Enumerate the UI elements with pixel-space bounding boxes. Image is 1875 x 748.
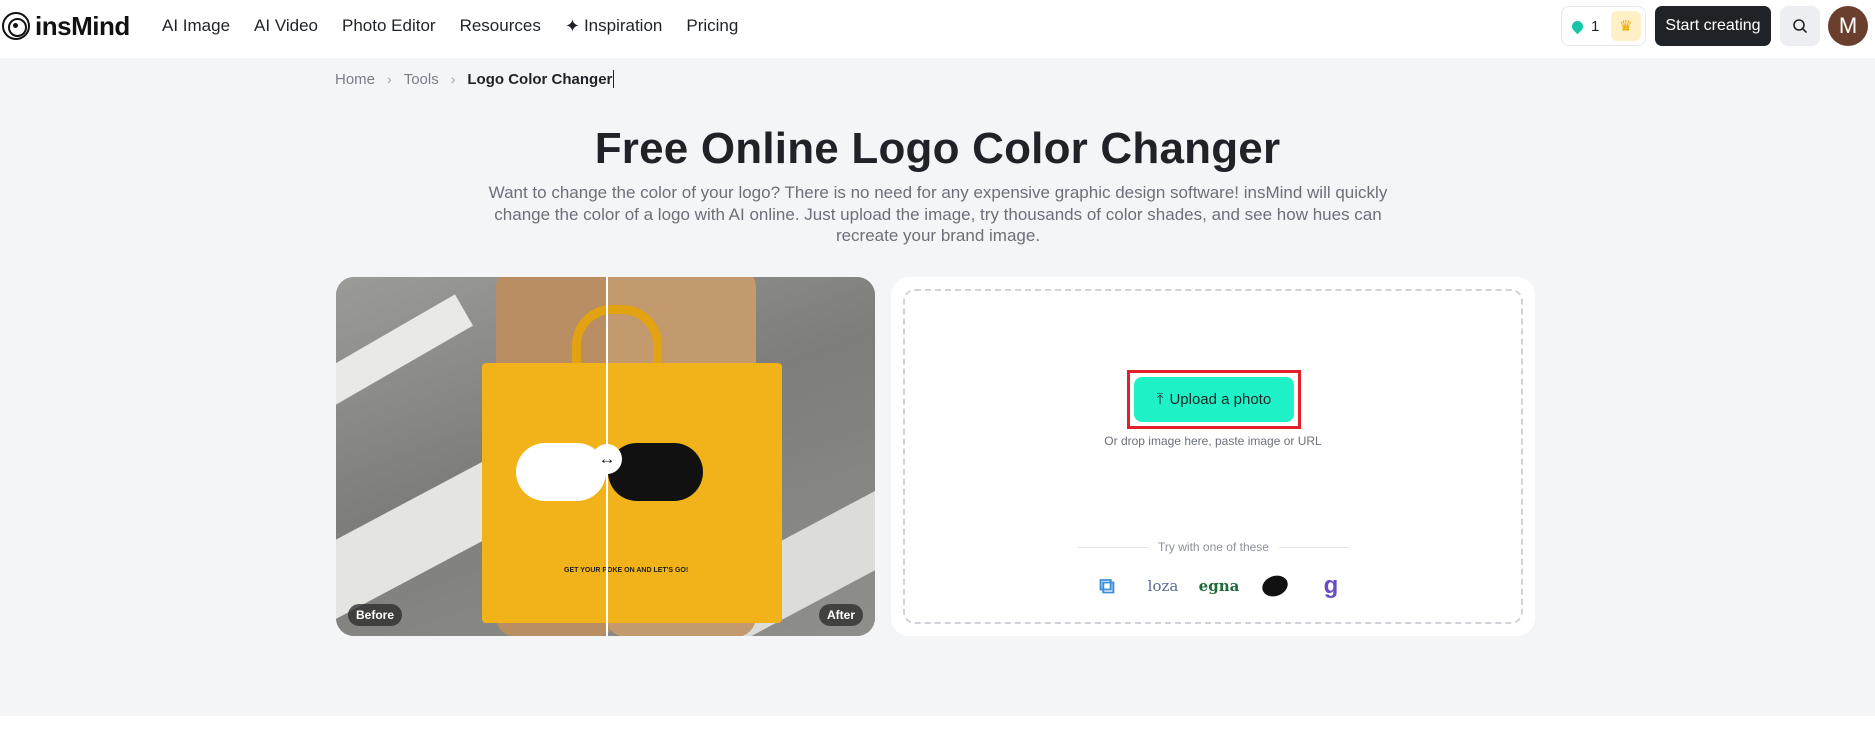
page-description: Want to change the color of your logo? T… (488, 183, 1388, 245)
avatar[interactable]: M (1828, 6, 1868, 46)
before-after-comparison[interactable]: GET YOUR POKE ON AND LET'S GO! ↔ Before … (336, 277, 875, 636)
drop-hint: Or drop image here, paste image or URL (1104, 434, 1322, 448)
text-cursor (613, 70, 615, 88)
main-nav: AI Image AI Video Photo Editor Resources… (162, 0, 762, 52)
after-label: After (818, 604, 863, 626)
sample-logo-black-icon[interactable] (1254, 572, 1296, 600)
search-icon (1793, 19, 1807, 33)
nav-pricing[interactable]: Pricing (686, 16, 738, 36)
upload-photo-button[interactable]: ⤒ Upload a photo (1134, 377, 1294, 422)
top-navbar: insMind AI Image AI Video Photo Editor R… (0, 0, 1875, 58)
sample-logo-egna[interactable]: egna (1198, 572, 1240, 600)
nav-inspiration-label: Inspiration (583, 16, 663, 35)
start-creating-button[interactable]: Start creating (1655, 6, 1771, 46)
before-label: Before (348, 604, 403, 626)
arrows-horizontal-icon: ↔ (598, 449, 616, 468)
nav-inspiration[interactable]: ✦ Inspiration (565, 16, 663, 37)
brand-logo[interactable]: insMind (2, 10, 130, 41)
credits-indicator[interactable]: 1 ♛ (1561, 6, 1646, 46)
sample-logo-blue-icon[interactable]: ⧉ (1086, 572, 1128, 600)
main-content: Home › Tools › Logo Color Changer Free O… (0, 58, 1875, 716)
nav-ai-video[interactable]: AI Video (254, 16, 318, 36)
bag-text: GET YOUR POKE ON AND LET'S GO! (564, 567, 689, 574)
sample-logo-loza[interactable]: loza (1142, 572, 1184, 600)
sparkle-icon: ✦ (564, 15, 580, 36)
brand-logo-icon (2, 12, 30, 40)
page-bottom (0, 716, 1875, 748)
nav-ai-image[interactable]: AI Image (162, 16, 230, 36)
sample-logo-g[interactable]: g (1310, 572, 1352, 600)
chevron-right-icon: › (450, 71, 456, 87)
credit-count: 1 (1591, 17, 1600, 35)
nav-photo-editor[interactable]: Photo Editor (342, 16, 436, 36)
black-blob-icon (1259, 572, 1291, 600)
upload-icon: ⤒ (1156, 391, 1164, 408)
search-button[interactable] (1780, 6, 1820, 46)
sample-images: ⧉ loza egna g (1086, 572, 1352, 600)
crown-icon[interactable]: ♛ (1611, 11, 1641, 41)
try-samples-label: Try with one of these (1158, 540, 1269, 554)
page-title: Free Online Logo Color Changer (594, 124, 1281, 173)
credit-drop-icon (1569, 18, 1586, 34)
bag-logo-after (608, 443, 703, 501)
upload-button-label: Upload a photo (1169, 391, 1272, 408)
breadcrumb-home[interactable]: Home (335, 71, 375, 88)
divider-line (1278, 546, 1351, 548)
brand-name: insMind (35, 10, 130, 41)
sample-divider: Try with one of these (1077, 540, 1351, 554)
divider-line (1077, 546, 1149, 548)
breadcrumb-current: Logo Color Changer (467, 70, 613, 88)
breadcrumb-tools[interactable]: Tools (404, 71, 439, 88)
chevron-right-icon: › (387, 71, 392, 87)
breadcrumb: Home › Tools › Logo Color Changer (335, 70, 615, 88)
nav-resources[interactable]: Resources (460, 16, 541, 36)
compare-drag-handle[interactable]: ↔ (592, 444, 622, 474)
